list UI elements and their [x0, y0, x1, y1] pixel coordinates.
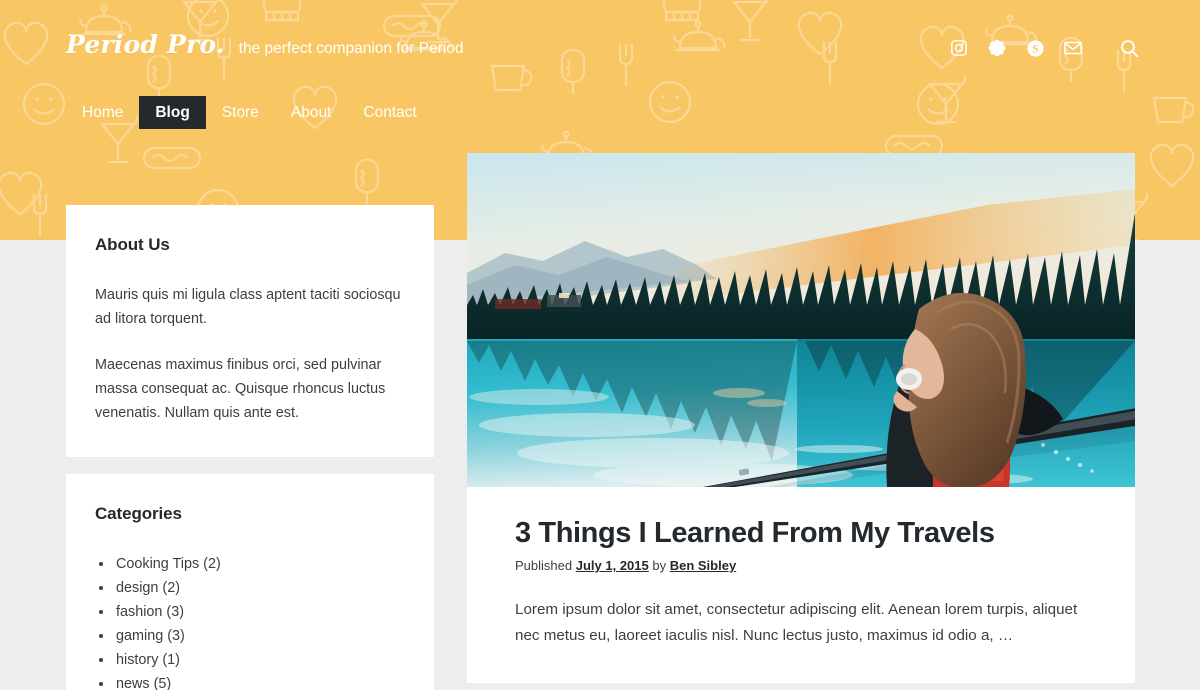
- category-item[interactable]: fashion (3): [95, 600, 405, 624]
- category-item[interactable]: Cooking Tips (2): [95, 552, 405, 576]
- post-date-link[interactable]: July 1, 2015: [576, 558, 649, 573]
- category-item[interactable]: history (1): [95, 648, 405, 672]
- categories-list: Cooking Tips (2) design (2) fashion (3) …: [95, 552, 405, 690]
- main-content: 3 Things I Learned From My Travels Publi…: [467, 153, 1135, 684]
- category-item[interactable]: gaming (3): [95, 624, 405, 648]
- about-us-paragraph-1: Mauris quis mi ligula class aptent tacit…: [95, 287, 401, 327]
- post-meta-by-label: by: [652, 558, 667, 574]
- widget-about-us: About Us Mauris quis mi ligula class apt…: [66, 205, 434, 457]
- about-us-title: About Us: [95, 235, 170, 254]
- categories-title: Categories: [95, 504, 182, 523]
- post-meta: Published July 1, 2015 by Ben Sibley: [515, 558, 1087, 573]
- post-featured-image[interactable]: [467, 153, 1135, 487]
- post-card: 3 Things I Learned From My Travels Publi…: [467, 153, 1135, 684]
- sidebar: About Us Mauris quis mi ligula class apt…: [66, 205, 434, 690]
- about-us-paragraph-2: Maecenas maximus finibus orci, sed pulvi…: [95, 357, 386, 421]
- post-title[interactable]: 3 Things I Learned From My Travels: [515, 517, 1087, 549]
- widget-categories: Categories Cooking Tips (2) design (2) f…: [66, 474, 434, 690]
- post-author-link[interactable]: Ben Sibley: [670, 558, 736, 573]
- post-meta-published-label: Published: [515, 558, 573, 574]
- post-excerpt: Lorem ipsum dolor sit amet, consectetur …: [515, 601, 1078, 645]
- category-item[interactable]: design (2): [95, 576, 405, 600]
- category-item[interactable]: news (5): [95, 672, 405, 690]
